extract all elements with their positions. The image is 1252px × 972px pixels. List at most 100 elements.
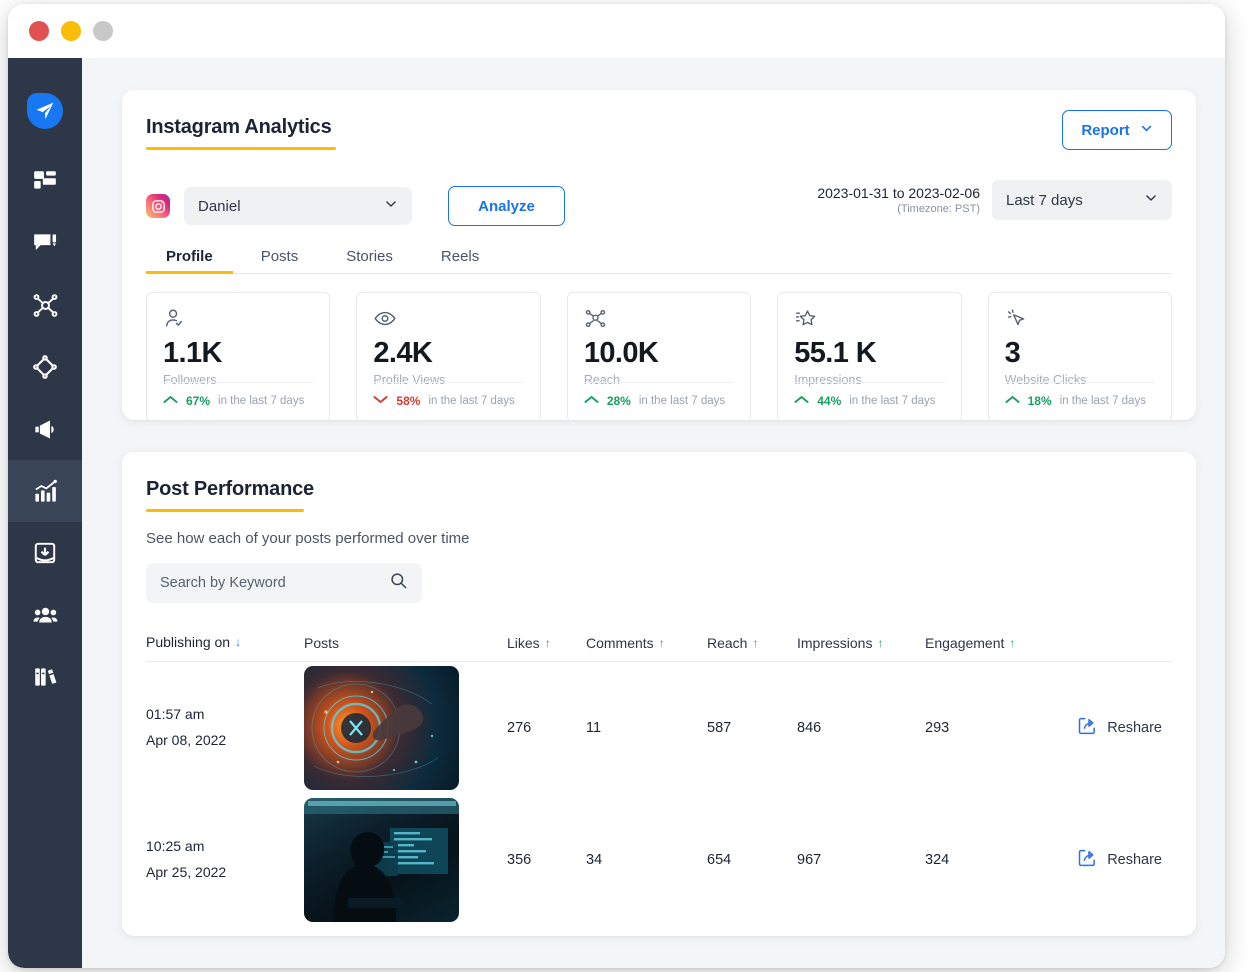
sort-descending-icon: ↓: [235, 636, 241, 648]
metric-trend: 58% in the last 7 days: [373, 382, 523, 408]
main-content: Instagram Analytics Report Daniel: [82, 58, 1225, 968]
analytics-tabs: Profile Posts Stories Reels: [146, 242, 1172, 274]
column-label: Impressions: [797, 635, 872, 651]
post-thumbnail-image[interactable]: [304, 666, 459, 790]
network-nodes-icon: [32, 292, 59, 319]
star-sparkle-icon: [794, 307, 944, 333]
tab-profile[interactable]: Profile: [146, 242, 233, 274]
metric-card-followers: 1.1K Followers 67% in the last 7 days: [146, 292, 330, 422]
cell-comments: 34: [586, 852, 707, 868]
cell-post-thumbnail[interactable]: [304, 798, 507, 922]
bar-chart-growth-icon: [32, 478, 59, 505]
reshare-button[interactable]: Reshare: [1077, 716, 1162, 740]
sidebar-item-network[interactable]: [8, 274, 82, 336]
column-label: Likes: [507, 635, 540, 651]
reshare-label: Reshare: [1107, 720, 1162, 736]
column-engagement[interactable]: Engagement ↑: [925, 635, 1075, 651]
period-select[interactable]: Last 7 days: [992, 180, 1172, 220]
trend-up-icon: [1005, 395, 1020, 407]
search-icon[interactable]: [389, 571, 408, 595]
sidebar-item-campaigns[interactable]: [8, 398, 82, 460]
paper-plane-icon: [27, 93, 63, 129]
sidebar-item-logo[interactable]: [8, 80, 82, 142]
people-group-icon: [32, 602, 59, 629]
sidebar-item-publish[interactable]: [8, 336, 82, 398]
metric-percent: 44%: [817, 394, 841, 408]
column-posts[interactable]: Posts: [304, 635, 507, 651]
metric-period: in the last 7 days: [1060, 395, 1146, 407]
metric-percent: 18%: [1028, 394, 1052, 408]
metric-percent: 58%: [396, 394, 420, 408]
chevron-down-icon: [1144, 191, 1158, 209]
cell-actions: Reshare: [1075, 716, 1172, 740]
date-range-value: 2023-01-31 to 2023-02-06: [817, 185, 980, 201]
sidebar-item-engage[interactable]: [8, 212, 82, 274]
report-button-label: Report: [1081, 122, 1129, 139]
metric-period: in the last 7 days: [218, 395, 304, 407]
post-thumbnail-image[interactable]: [304, 798, 459, 922]
cell-reach: 587: [707, 720, 797, 736]
close-window-button[interactable]: [29, 21, 49, 41]
metric-card-reach: 10.0K Reach 28% in the last 7 days: [567, 292, 751, 422]
eye-icon: [373, 307, 523, 333]
metric-period: in the last 7 days: [639, 395, 725, 407]
column-comments[interactable]: Comments ↑: [586, 635, 707, 651]
sort-ascending-icon: ↑: [659, 637, 665, 649]
column-likes[interactable]: Likes ↑: [507, 635, 586, 651]
sidebar-item-inbox[interactable]: [8, 522, 82, 584]
sidebar-item-dashboard[interactable]: [8, 150, 82, 212]
tab-posts[interactable]: Posts: [241, 242, 319, 274]
trend-up-icon: [163, 395, 178, 407]
column-reach[interactable]: Reach ↑: [707, 635, 797, 651]
cell-likes: 276: [507, 720, 586, 736]
reshare-label: Reshare: [1107, 852, 1162, 868]
sidebar-item-analytics[interactable]: [8, 460, 82, 522]
share-nodes-icon: [584, 307, 734, 333]
cell-engagement: 324: [925, 852, 1075, 868]
report-button[interactable]: Report: [1062, 110, 1172, 150]
search-placeholder: Search by Keyword: [160, 575, 286, 591]
trend-down-icon: [373, 395, 388, 407]
metric-value: 55.1 K: [794, 337, 944, 370]
metric-card-impressions: 55.1 K Impressions 44% in the last 7 day…: [777, 292, 961, 422]
metric-value: 10.0K: [584, 337, 734, 370]
analyze-button[interactable]: Analyze: [448, 186, 565, 226]
metric-trend: 28% in the last 7 days: [584, 382, 734, 408]
sidebar-item-library[interactable]: [8, 646, 82, 708]
search-input[interactable]: Search by Keyword: [146, 563, 422, 603]
minimize-window-button[interactable]: [61, 21, 81, 41]
cursor-click-icon: [1005, 307, 1155, 333]
post-date: Apr 08, 2022: [146, 728, 304, 754]
account-select[interactable]: Daniel: [184, 187, 412, 225]
post-performance-title: Post Performance: [146, 478, 314, 501]
comment-compose-icon: [32, 230, 58, 256]
cell-impressions: 967: [797, 852, 925, 868]
metric-period: in the last 7 days: [428, 395, 514, 407]
column-publishing-on[interactable]: Publishing on ↓: [146, 630, 304, 656]
window-titlebar: [8, 4, 1225, 58]
sidebar-item-team[interactable]: [8, 584, 82, 646]
trend-up-icon: [584, 395, 599, 407]
column-label: Engagement: [925, 635, 1004, 651]
reshare-button[interactable]: Reshare: [1077, 848, 1162, 872]
column-impressions[interactable]: Impressions ↑: [797, 635, 925, 651]
cell-post-thumbnail[interactable]: [304, 666, 507, 790]
sidebar: [8, 58, 82, 968]
metric-period: in the last 7 days: [849, 395, 935, 407]
tab-stories[interactable]: Stories: [326, 242, 413, 274]
page-title: Instagram Analytics: [146, 116, 336, 139]
date-range-text: 2023-01-31 to 2023-02-06 (Timezone: PST): [817, 185, 980, 215]
megaphone-icon: [32, 416, 59, 443]
post-time: 01:57 am: [146, 702, 304, 728]
dashboard-grid-icon: [32, 168, 58, 194]
table-header-row: Publishing on ↓ Posts Likes ↑ Comments ↑: [146, 624, 1172, 662]
metric-percent: 67%: [186, 394, 210, 408]
chevron-down-icon: [384, 197, 398, 215]
date-range-row: 2023-01-31 to 2023-02-06 (Timezone: PST)…: [817, 180, 1172, 220]
tab-profile-label: Profile: [166, 248, 213, 265]
tab-reels[interactable]: Reels: [421, 242, 499, 274]
maximize-window-button[interactable]: [93, 21, 113, 41]
table-row: 01:57 am Apr 08, 2022: [146, 662, 1172, 794]
tab-posts-label: Posts: [261, 248, 299, 265]
cell-publishing-on: 01:57 am Apr 08, 2022: [146, 702, 304, 754]
